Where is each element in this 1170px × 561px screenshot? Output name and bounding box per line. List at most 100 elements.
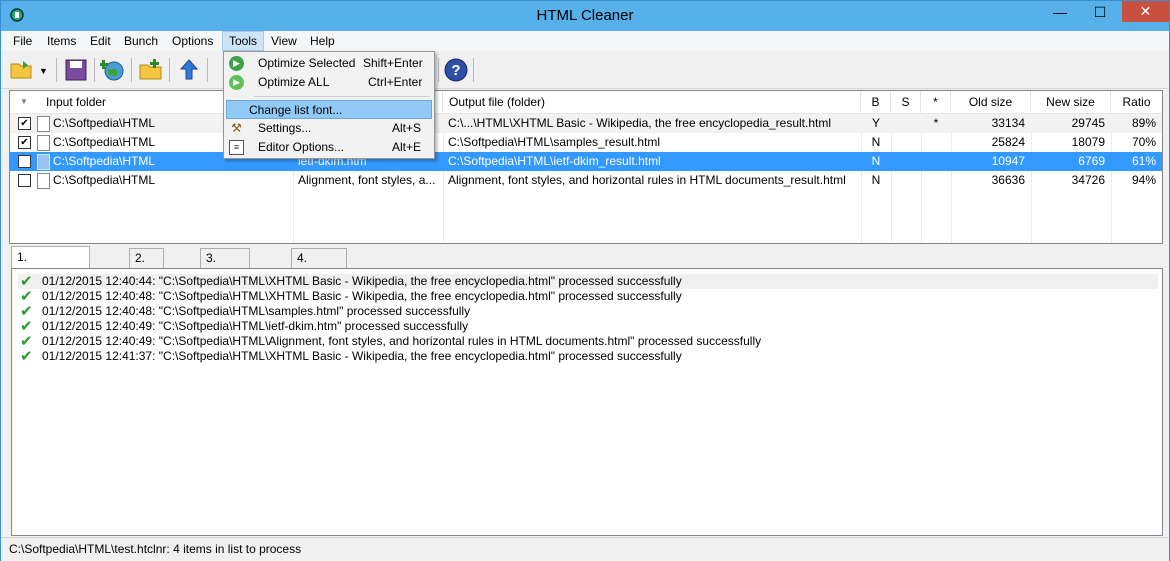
file-list[interactable]: ▼ Input folder Output file (folder) B S … — [9, 90, 1163, 244]
svg-text:?: ? — [451, 62, 460, 79]
row-ratio: 70% — [1131, 135, 1156, 149]
list-header: ▼ Input folder Output file (folder) B S … — [10, 91, 1162, 114]
row-checkbox[interactable]: ✔ — [18, 117, 31, 130]
title-bar[interactable]: HTML Cleaner — ☐ ✕ — [1, 1, 1169, 31]
status-bar: C:\Softpedia\HTML\test.htclnr: 4 items i… — [1, 537, 1169, 561]
tab-optimization-log[interactable]: 1. Optimization Log — [11, 246, 90, 306]
row-s — [891, 152, 921, 171]
row-ratio: 94% — [1131, 173, 1156, 187]
log-entry[interactable]: ✔ 01/12/2015 12:40:49: "C:\Softpedia\HTM… — [18, 319, 1158, 334]
column-s[interactable]: S — [891, 91, 921, 113]
table-row[interactable]: ✔ C:\Softpedia\HTML C:\...\HTML\XHTML Ba… — [10, 114, 1162, 133]
menu-edit[interactable]: Edit — [84, 31, 117, 51]
toolbar-separator — [473, 58, 474, 82]
toolbar-separator — [438, 58, 439, 82]
sort-arrow-icon: ▼ — [20, 97, 28, 106]
column-new-size[interactable]: New size — [1031, 91, 1111, 113]
dropdown-arrow-icon[interactable]: ▼ — [39, 66, 48, 76]
menu-item-settings[interactable]: ⚒ Settings... Alt+S — [226, 119, 432, 138]
log-entry[interactable]: ✔ 01/12/2015 12:40:49: "C:\Softpedia\HTM… — [18, 334, 1158, 349]
column-b[interactable]: B — [861, 91, 891, 113]
row-star: * — [933, 116, 939, 130]
maximize-icon[interactable]: ☐ — [1085, 1, 1115, 23]
row-new-size: 34726 — [1071, 173, 1105, 187]
check-icon: ✔ — [20, 333, 33, 350]
menu-items[interactable]: Items — [41, 31, 82, 51]
html-file-icon — [37, 154, 50, 170]
check-icon: ✔ — [20, 273, 33, 290]
row-output-file: C:\Softpedia\HTML\ietf-dkim_result.html — [448, 154, 661, 168]
tools-dropdown-menu: ▶ Optimize Selected Shift+Enter ▶ Optimi… — [223, 51, 435, 159]
row-old-size: 36636 — [991, 173, 1025, 187]
menu-options[interactable]: Options — [166, 31, 219, 51]
wrench-icon: ⚒ — [231, 121, 242, 135]
globe-add-icon[interactable] — [100, 57, 126, 83]
row-checkbox[interactable]: ✔ — [18, 136, 31, 149]
row-s — [891, 133, 921, 152]
help-icon[interactable]: ? — [443, 57, 469, 83]
menu-separator — [254, 96, 430, 97]
column-star[interactable]: * — [921, 91, 951, 113]
toolbar-separator — [169, 58, 170, 82]
table-row[interactable]: C:\Softpedia\HTML Alignment, font styles… — [10, 171, 1162, 190]
column-ratio[interactable]: Ratio — [1111, 91, 1162, 113]
minimize-icon[interactable]: — — [1045, 1, 1075, 23]
row-old-size: 33134 — [991, 116, 1025, 130]
html-file-icon — [37, 135, 50, 151]
menu-bunch[interactable]: Bunch — [118, 31, 164, 51]
table-row[interactable]: ✔ C:\Softpedia\HTML C:\Softpedia\HTML\sa… — [10, 133, 1162, 152]
open-folder-icon[interactable] — [9, 57, 35, 83]
column-output-file[interactable]: Output file (folder) — [443, 91, 861, 113]
menu-item-editor-options[interactable]: ≡ Editor Options... Alt+E — [226, 138, 432, 157]
table-row-selected[interactable]: C:\Softpedia\HTML ietf-dkim.htm C:\Softp… — [10, 152, 1162, 171]
toolbar-separator — [94, 58, 95, 82]
log-entry[interactable]: ✔ 01/12/2015 12:40:48: "C:\Softpedia\HTM… — [18, 289, 1158, 304]
menu-help[interactable]: Help — [304, 31, 341, 51]
menu-tools[interactable]: Tools — [222, 31, 265, 51]
add-folder-icon[interactable] — [138, 57, 164, 83]
row-star — [921, 171, 951, 190]
row-star — [921, 152, 951, 171]
move-up-icon[interactable] — [176, 57, 202, 83]
row-input-name: Alignment, font styles, a... — [298, 173, 436, 187]
menu-item-optimize-all[interactable]: ▶ Optimize ALL Ctrl+Enter — [226, 73, 432, 92]
row-b: N — [871, 135, 881, 149]
check-icon: ✔ — [20, 288, 33, 305]
row-new-size: 18079 — [1071, 135, 1105, 149]
log-entry[interactable]: ✔ 01/12/2015 12:40:44: "C:\Softpedia\HTM… — [18, 274, 1158, 289]
log-entry[interactable]: ✔ 01/12/2015 12:40:48: "C:\Softpedia\HTM… — [18, 304, 1158, 319]
check-icon: ✔ — [20, 318, 33, 335]
row-output-file: Alignment, font styles, and horizontal r… — [448, 173, 846, 187]
menu-file[interactable]: File — [7, 31, 38, 51]
menu-item-optimize-selected[interactable]: ▶ Optimize Selected Shift+Enter — [226, 54, 432, 73]
row-new-size: 29745 — [1071, 116, 1105, 130]
row-new-size: 6769 — [1078, 154, 1105, 168]
tab-item-info[interactable]: 2. Item Info — [129, 248, 165, 303]
row-input-folder: C:\Softpedia\HTML — [53, 173, 156, 187]
toolbar: ▼ ? — [1, 52, 1169, 89]
status-text: C:\Softpedia\HTML\test.htclnr: 4 items i… — [9, 542, 302, 556]
html-file-icon — [37, 173, 50, 189]
column-old-size[interactable]: Old size — [951, 91, 1031, 113]
play-all-icon: ▶ — [229, 75, 244, 90]
toolbar-separator — [207, 58, 208, 82]
tab-html-browser[interactable]: 4. HTML Browser — [291, 248, 347, 303]
log-entry[interactable]: ✔ 01/12/2015 12:41:37: "C:\Softpedia\HTM… — [18, 349, 1158, 364]
optimization-log[interactable]: ✔ 01/12/2015 12:40:44: "C:\Softpedia\HTM… — [11, 268, 1163, 536]
check-icon: ✔ — [20, 303, 33, 320]
window-title: HTML Cleaner — [536, 7, 634, 24]
row-old-size: 25824 — [991, 135, 1025, 149]
close-button[interactable]: ✕ — [1122, 1, 1169, 22]
row-b: N — [871, 154, 881, 168]
row-output-file: C:\...\HTML\XHTML Basic - Wikipedia, the… — [448, 116, 832, 130]
row-ratio: 89% — [1131, 116, 1156, 130]
row-output-file: C:\Softpedia\HTML\samples_result.html — [448, 135, 661, 149]
menu-view[interactable]: View — [265, 31, 303, 51]
row-b: Y — [871, 116, 880, 130]
row-checkbox[interactable] — [18, 174, 31, 187]
tab-source-code[interactable]: 3. Source Code — [200, 248, 251, 303]
row-checkbox[interactable] — [18, 155, 31, 168]
menu-item-change-list-font[interactable]: Change list font... — [226, 100, 432, 119]
save-icon[interactable] — [63, 57, 89, 83]
app-window: HTML Cleaner — ☐ ✕ File Items Edit Bunch… — [0, 0, 1170, 561]
